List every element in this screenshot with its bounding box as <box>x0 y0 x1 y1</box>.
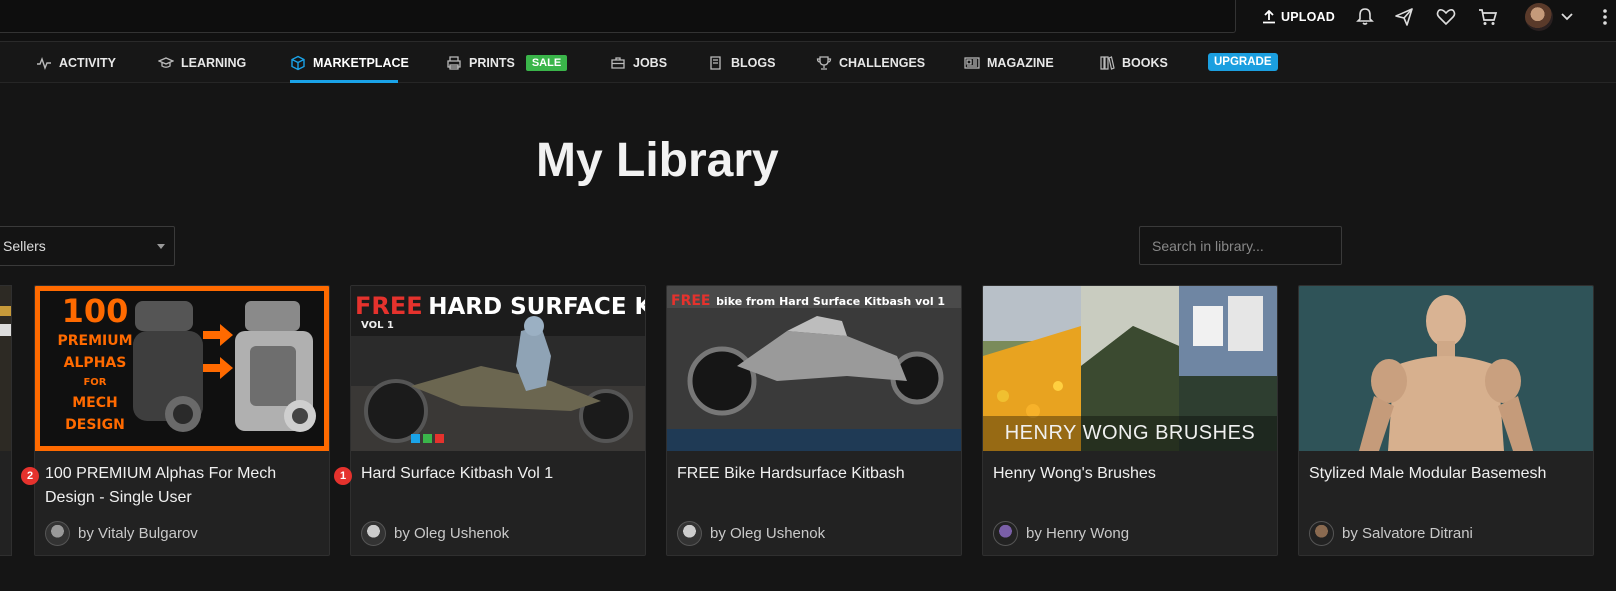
thumbnail-text: FREE HARD SURFACE KITBASH VOL 1 <box>355 292 645 331</box>
product-card[interactable]: FREE bike from Hard Surface Kitbash vol … <box>666 285 962 556</box>
seller-avatar <box>45 521 70 546</box>
more-vertical-icon[interactable] <box>1601 7 1609 27</box>
books-icon <box>1100 55 1115 70</box>
product-title[interactable]: Stylized Male Modular Basemesh <box>1309 462 1579 486</box>
seller-link[interactable]: by Vitaly Bulgarov <box>45 521 198 546</box>
nav-activity[interactable]: ACTIVITY <box>36 42 116 83</box>
book-icon <box>710 55 721 70</box>
thumbnail-text: HENRY WONG BRUSHES <box>1004 422 1256 444</box>
product-card[interactable]: HENRY WONG BRUSHES Henry Wong's Brushes … <box>982 285 1278 556</box>
send-icon[interactable] <box>1394 7 1414 27</box>
product-card[interactable]: FREE HARD SURFACE KITBASH VOL 1 Hard Sur… <box>350 285 646 556</box>
seller-link[interactable]: by Salvatore Ditrani <box>1309 521 1473 546</box>
upload-button[interactable]: UPLOAD <box>1262 8 1335 26</box>
nav-prints[interactable]: PRINTS SALE <box>446 42 568 83</box>
active-tab-indicator <box>290 80 398 83</box>
notification-badge: 2 <box>21 467 39 485</box>
nav-label: CHALLENGES <box>839 55 926 70</box>
nav-jobs[interactable]: JOBS <box>610 42 667 83</box>
global-search-input[interactable] <box>0 0 1236 33</box>
nav-label: BOOKS <box>1122 55 1168 70</box>
product-thumbnail: HENRY WONG BRUSHES <box>983 286 1277 451</box>
newspaper-icon <box>964 56 980 69</box>
product-card-partial[interactable] <box>0 285 12 556</box>
nav-blogs[interactable]: BLOGS <box>708 42 775 83</box>
library-search-input[interactable] <box>1139 226 1342 265</box>
seller-avatar <box>361 521 386 546</box>
sellers-filter-select[interactable]: Sellers <box>0 226 175 266</box>
top-bar: UPLOAD <box>0 0 1616 42</box>
printer-icon <box>447 55 461 70</box>
product-thumbnail: FREE bike from Hard Surface Kitbash vol … <box>667 286 961 451</box>
nav-books[interactable]: BOOKS <box>1099 42 1168 83</box>
sale-badge: SALE <box>525 54 568 71</box>
product-thumbnail: FREE HARD SURFACE KITBASH VOL 1 <box>351 286 645 451</box>
product-thumbnail <box>1299 286 1593 451</box>
nav-label: PRINTS <box>469 55 515 70</box>
nav-label: MARKETPLACE <box>313 55 409 70</box>
page-title: My Library <box>536 134 779 187</box>
product-title[interactable]: Henry Wong's Brushes <box>993 462 1263 486</box>
upload-icon <box>1263 10 1275 24</box>
upgrade-button[interactable]: UPGRADE <box>1208 53 1278 71</box>
thumbnail-text: FREE bike from Hard Surface Kitbash vol … <box>671 293 946 309</box>
product-thumbnail: 100 PREMIUM ALPHAS FOR MECH DESIGN <box>35 286 329 451</box>
nav-label: LEARNING <box>181 55 247 70</box>
avatar[interactable] <box>1525 3 1553 31</box>
seller-avatar <box>993 521 1018 546</box>
product-title[interactable]: Hard Surface Kitbash Vol 1 <box>361 462 631 486</box>
product-thumbnail <box>0 286 11 451</box>
main-nav: ACTIVITY LEARNING MARKETPLACE PRINTS SAL… <box>0 42 1616 83</box>
seller-name: by Oleg Ushenok <box>710 525 826 542</box>
nav-label: ACTIVITY <box>59 55 116 70</box>
product-card[interactable]: Stylized Male Modular Basemesh by Salvat… <box>1298 285 1594 556</box>
thumbnail-text: 100 PREMIUM ALPHAS FOR MECH DESIGN <box>57 292 133 433</box>
notification-badge: 1 <box>334 467 352 485</box>
nav-challenges[interactable]: CHALLENGES <box>816 42 925 83</box>
nav-label: JOBS <box>633 55 668 70</box>
seller-link[interactable]: by Oleg Ushenok <box>361 521 509 546</box>
seller-name: by Oleg Ushenok <box>394 525 510 542</box>
nav-marketplace[interactable]: MARKETPLACE <box>290 42 409 83</box>
caret-down-icon <box>157 244 165 249</box>
cart-icon[interactable] <box>1478 7 1498 27</box>
seller-name: by Henry Wong <box>1026 525 1130 542</box>
trophy-icon <box>816 55 832 70</box>
seller-avatar <box>677 521 702 546</box>
nav-learning[interactable]: LEARNING <box>158 42 246 83</box>
activity-icon <box>37 56 51 70</box>
sellers-filter-value: Sellers <box>3 238 46 254</box>
product-card[interactable]: 100 PREMIUM ALPHAS FOR MECH DESIGN 100 P… <box>34 285 330 556</box>
nav-magazine[interactable]: MAGAZINE <box>964 42 1054 83</box>
nav-label: BLOGS <box>731 55 776 70</box>
seller-link[interactable]: by Oleg Ushenok <box>677 521 825 546</box>
bell-icon[interactable] <box>1355 7 1375 27</box>
cube-icon <box>291 55 305 70</box>
briefcase-icon <box>611 56 625 69</box>
seller-name: by Salvatore Ditrani <box>1342 525 1473 542</box>
product-title[interactable]: FREE Bike Hardsurface Kitbash <box>677 462 947 486</box>
seller-avatar <box>1309 521 1334 546</box>
seller-link[interactable]: by Henry Wong <box>993 521 1129 546</box>
graduation-cap-icon <box>158 56 174 68</box>
nav-label: MAGAZINE <box>987 55 1054 70</box>
heart-icon[interactable] <box>1436 7 1456 27</box>
upload-label: UPLOAD <box>1281 10 1335 24</box>
chevron-down-icon[interactable] <box>1560 9 1574 23</box>
seller-name: by Vitaly Bulgarov <box>78 525 198 542</box>
product-title[interactable]: 100 PREMIUM Alphas For Mech Design - Sin… <box>45 462 315 510</box>
